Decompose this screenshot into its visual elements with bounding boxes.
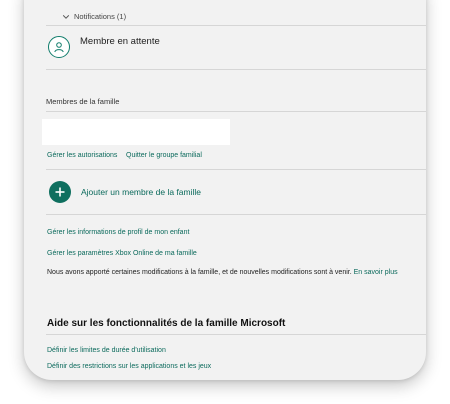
- manage-permissions-link[interactable]: Gérer les autorisations: [47, 152, 117, 159]
- divider: [46, 214, 426, 215]
- notifications-header: Notifications (1): [74, 12, 127, 21]
- child-profile-link[interactable]: Gérer les informations de profil de mon …: [47, 229, 189, 236]
- learn-more-link[interactable]: En savoir plus: [354, 269, 398, 276]
- add-member-button[interactable]: [49, 181, 71, 203]
- divider: [46, 334, 426, 335]
- add-member-label[interactable]: Ajouter un membre de la famille: [81, 187, 201, 197]
- chevron-down-icon: [62, 14, 70, 19]
- plus-icon: [55, 187, 65, 197]
- screen-time-limits-link[interactable]: Définir les limites de durée d'utilisati…: [47, 347, 166, 354]
- family-changes-notice: Nous avons apporté certaines modificatio…: [47, 269, 398, 276]
- divider: [46, 69, 426, 70]
- family-settings-card: Notifications (1) Membre en attente Memb…: [24, 0, 426, 380]
- help-section-title: Aide sur les fonctionnalités de la famil…: [47, 318, 286, 329]
- family-members-heading: Membres de la famille: [46, 97, 120, 106]
- app-game-restrictions-link[interactable]: Définir des restrictions sur les applica…: [47, 363, 211, 370]
- notice-text: Nous avons apporté certaines modificatio…: [47, 269, 352, 276]
- divider: [46, 169, 426, 170]
- pending-member-label: Membre en attente: [80, 36, 160, 47]
- person-icon: [48, 36, 70, 58]
- xbox-settings-link[interactable]: Gérer les paramètres Xbox Online de ma f…: [47, 250, 197, 257]
- divider: [46, 111, 426, 112]
- leave-family-link[interactable]: Quitter le groupe familial: [126, 152, 202, 159]
- family-member-card[interactable]: [42, 119, 230, 145]
- divider: [46, 25, 426, 26]
- notifications-toggle[interactable]: Notifications (1): [62, 12, 126, 21]
